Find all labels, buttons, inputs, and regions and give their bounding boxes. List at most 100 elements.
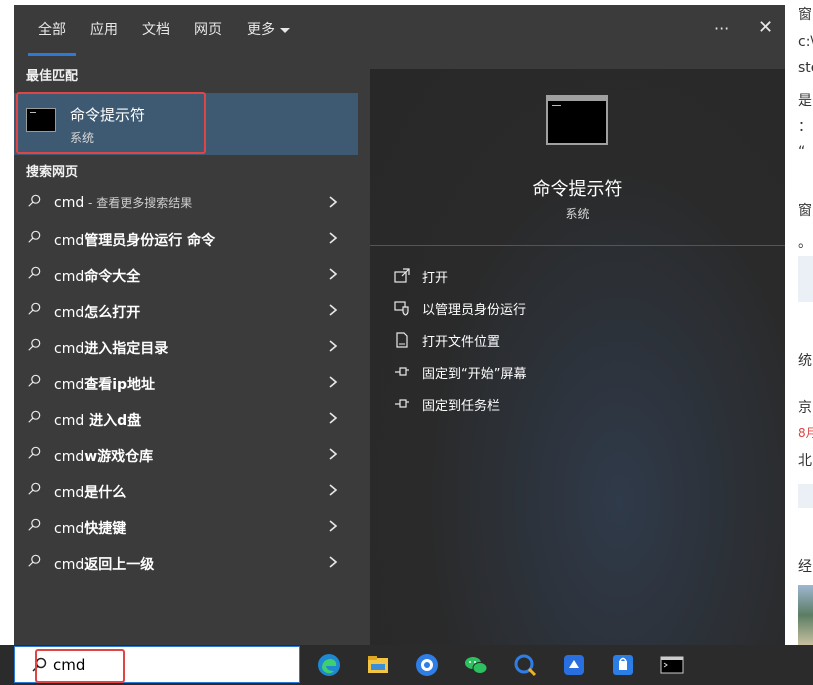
web-search-heading: 搜索网页 — [26, 165, 79, 180]
web-search-item[interactable]: cmd管理员身份运行 命令 — [14, 221, 358, 257]
tab-web[interactable]: 网页 — [194, 19, 222, 39]
search-icon — [28, 230, 41, 243]
query-text: cmd — [54, 377, 85, 393]
web-search-item[interactable]: cmd进入指定目录 — [14, 329, 358, 365]
action-pin-start[interactable]: 固定到“开始”屏幕 — [394, 360, 754, 384]
action-label: 固定到“开始”屏幕 — [422, 367, 527, 382]
chevron-right-icon — [329, 448, 338, 460]
web-search-label: cmd - 查看更多搜索结果 — [54, 194, 192, 211]
web-search-item[interactable]: cmd查看ip地址 — [14, 365, 358, 401]
web-search-item[interactable]: cmd快捷键 — [14, 509, 358, 545]
web-search-item[interactable]: cmd返回上一级 — [14, 545, 358, 581]
query-text: cmd — [54, 485, 85, 501]
app-blue-icon[interactable] — [559, 650, 589, 680]
web-search-label: cmd查看ip地址 — [54, 374, 155, 394]
suggestion-text: 怎么打开 — [84, 305, 141, 321]
edge-icon[interactable] — [314, 650, 344, 680]
suggestion-text: 进入d盘 — [84, 413, 142, 429]
web-search-item[interactable]: cmd是什么 — [14, 473, 358, 509]
search-icon — [28, 194, 41, 207]
search-icon — [28, 410, 41, 423]
background-text: 窗口 — [798, 7, 813, 23]
search-icon — [28, 554, 41, 567]
query-text: cmd — [54, 305, 85, 321]
action-open[interactable]: 打开 — [394, 264, 754, 288]
search-tabs: 全部 应用 文档 网页 更多 ··· ✕ — [14, 5, 785, 57]
chevron-right-icon — [329, 304, 338, 316]
suggestion-text: 返回上一级 — [84, 557, 155, 573]
query-text: cmd — [54, 269, 85, 285]
tab-apps[interactable]: 应用 — [90, 19, 118, 39]
chevron-right-icon — [329, 412, 338, 424]
chevron-right-icon — [329, 520, 338, 532]
web-search-label: cmd怎么打开 — [54, 302, 140, 322]
chevron-right-icon — [329, 556, 338, 568]
taskbar-search-box[interactable]: cmd — [14, 646, 300, 683]
web-search-item[interactable]: cmd - 查看更多搜索结果 — [14, 185, 358, 221]
pin-start-icon — [395, 367, 409, 376]
suggestion-description: - 查看更多搜索结果 — [84, 196, 193, 210]
highlight-outline — [35, 649, 125, 683]
web-search-item[interactable]: cmdw游戏仓库 — [14, 437, 358, 473]
results-list: 最佳匹配 命令提示符 系统 搜索网页 cmd - 查看更多搜索结果 cmd管理员身… — [14, 57, 358, 645]
chevron-right-icon — [329, 340, 338, 352]
search-icon — [28, 302, 41, 315]
query-text: cmd — [54, 557, 85, 573]
web-search-label: cmd是什么 — [54, 482, 126, 502]
query-text: cmd — [54, 195, 85, 211]
detail-title: 命令提示符 — [532, 179, 623, 200]
suggestion-text: 查看ip地址 — [84, 377, 156, 393]
query-text: cmd — [54, 233, 85, 249]
search-icon — [28, 338, 41, 351]
tab-more[interactable]: 更多 — [247, 19, 290, 39]
action-label: 以管理员身份运行 — [422, 303, 527, 318]
tab-documents[interactable]: 文档 — [142, 19, 170, 39]
best-match-item[interactable]: 命令提示符 系统 — [14, 92, 358, 155]
wechat-icon[interactable] — [461, 650, 491, 680]
background-card — [798, 484, 813, 508]
web-search-item[interactable]: cmd怎么打开 — [14, 293, 358, 329]
query-text: cmd — [54, 521, 85, 537]
query-text: cmd — [54, 413, 85, 429]
divider — [370, 245, 785, 246]
web-search-item[interactable]: cmd命令大全 — [14, 257, 358, 293]
background-text: 北 — [798, 453, 812, 469]
action-shield[interactable]: 以管理员身份运行 — [394, 296, 754, 320]
web-search-label: cmdw游戏仓库 — [54, 446, 153, 466]
suggestion-text: 命令大全 — [84, 269, 141, 285]
app-store-icon[interactable] — [608, 650, 638, 680]
web-search-label: cmd 进入d盘 — [54, 410, 141, 430]
query-text: cmd — [54, 341, 85, 357]
search-icon — [28, 266, 41, 279]
background-text: 8月 — [798, 426, 813, 440]
pin-taskbar-icon — [395, 399, 409, 408]
close-button[interactable]: ✕ — [758, 17, 773, 38]
action-file-location[interactable]: 打开文件位置 — [394, 328, 754, 352]
tab-more-label: 更多 — [247, 22, 275, 38]
active-tab-indicator — [28, 53, 76, 56]
background-text: 是 — [798, 93, 812, 109]
action-pin-taskbar[interactable]: 固定到任务栏 — [394, 392, 754, 416]
background-text: “ — [798, 144, 806, 160]
file-explorer-icon[interactable] — [363, 650, 393, 680]
action-label: 打开文件位置 — [422, 335, 501, 350]
browser-icon[interactable] — [412, 650, 442, 680]
detail-pane: 命令提示符 系统 打开以管理员身份运行 打开文件位置固定到“开始”屏幕 固定到任务栏 — [370, 69, 785, 645]
web-search-item[interactable]: cmd 进入d盘 — [14, 401, 358, 437]
file-location-icon — [396, 332, 408, 348]
suggestion-text: 管理员身份运行 命令 — [84, 233, 216, 249]
web-search-label: cmd快捷键 — [54, 518, 126, 538]
terminal-icon[interactable] — [657, 650, 687, 680]
chevron-right-icon — [329, 232, 338, 244]
detail-subtitle: 系统 — [565, 207, 590, 221]
action-label: 固定到任务栏 — [422, 399, 501, 414]
search-app-icon[interactable] — [510, 650, 540, 680]
tab-all[interactable]: 全部 — [38, 19, 66, 39]
web-search-label: cmd进入指定目录 — [54, 338, 168, 358]
chevron-right-icon — [329, 268, 338, 280]
background-text: 窗 — [798, 203, 812, 219]
best-match-heading: 最佳匹配 — [26, 69, 79, 84]
suggestion-text: 是什么 — [84, 485, 127, 501]
background-thumbnail — [798, 585, 813, 645]
more-options-button[interactable]: ··· — [714, 19, 729, 38]
